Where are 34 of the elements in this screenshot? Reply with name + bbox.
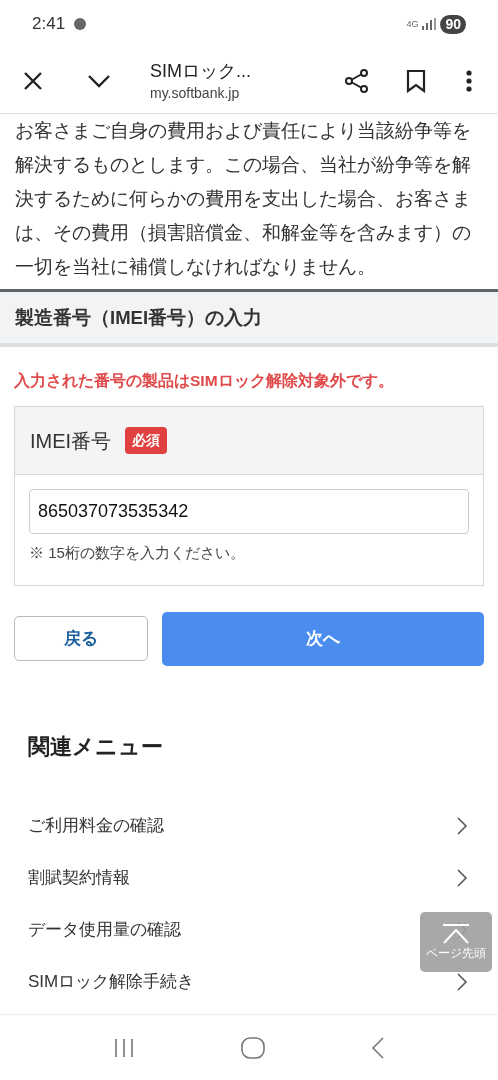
chevron-right-icon <box>456 815 468 836</box>
field-label: IMEI番号 <box>30 428 112 454</box>
page-url: my.softbank.jp <box>150 83 241 103</box>
paragraph-line: 解決するものとします。この場合、当社が紛争等を解 <box>15 153 471 177</box>
clock-time: 2:41 <box>32 13 66 36</box>
menu-link[interactable]: データ使用量の確認 <box>28 917 181 943</box>
notification-icon <box>73 17 88 31</box>
related-menu-title: 関連メニュー <box>28 732 164 761</box>
battery-indicator: 90 <box>440 14 466 34</box>
error-message: 入力された番号の製品はSIMロック解除対象外です。 <box>14 371 395 391</box>
bookmark-icon[interactable] <box>406 68 426 93</box>
paragraph-line: お客さまご自身の費用および責任により当該紛争等を <box>15 119 471 143</box>
menu-link[interactable]: 割賦契約情報 <box>28 865 130 891</box>
recent-apps-icon[interactable] <box>113 1037 135 1058</box>
chevron-right-icon <box>456 867 468 888</box>
chevron-right-icon <box>456 971 468 992</box>
imei-input-field[interactable]: 865037073535342 <box>29 489 469 535</box>
menu-link[interactable]: ご利用料金の確認 <box>28 813 164 839</box>
menu-link[interactable]: SIMロック解除手続き <box>28 969 195 995</box>
input-hint: ※ 15桁の数字を入力ください。 <box>29 543 246 564</box>
back-icon[interactable] <box>371 1036 385 1059</box>
network-type: 4G <box>406 19 419 29</box>
caret-up-icon <box>441 923 471 945</box>
section-title: 製造番号（IMEI番号）の入力 <box>15 305 263 330</box>
required-badge: 必須 <box>125 427 168 455</box>
signal-icon <box>422 18 437 30</box>
home-icon[interactable] <box>241 1036 265 1059</box>
page-title: SIMロック... <box>150 59 252 83</box>
close-icon <box>23 70 43 91</box>
paragraph-line: は、その費用（損害賠償金、和解金等を含みます）の <box>15 221 471 245</box>
paragraph-line: 一切を当社に補償しなければなりません。 <box>15 255 377 279</box>
back-button[interactable]: 戻る <box>14 615 148 661</box>
more-options-icon[interactable] <box>466 69 472 92</box>
paragraph-line: 決するために何らかの費用を支出した場合、お客さま <box>15 187 471 211</box>
